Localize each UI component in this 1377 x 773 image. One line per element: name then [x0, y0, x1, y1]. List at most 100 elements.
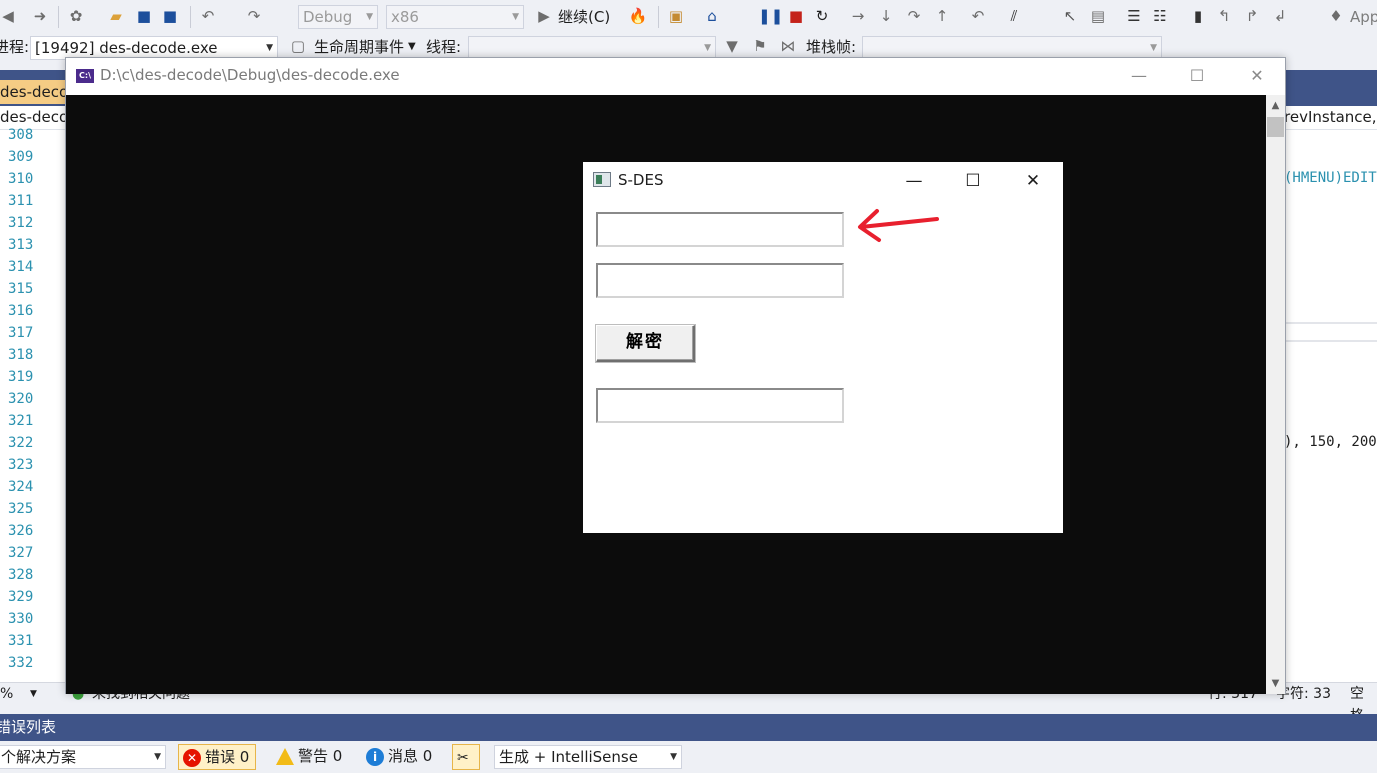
line-number: 311: [8, 193, 34, 209]
minimize-icon[interactable]: —: [1124, 64, 1154, 88]
step-into-icon[interactable]: ↓: [876, 6, 896, 26]
minimize-icon[interactable]: —: [894, 168, 934, 194]
continue-play-icon[interactable]: ▶: [534, 6, 554, 26]
close-icon[interactable]: ✕: [1242, 64, 1272, 88]
separator: [58, 6, 59, 28]
stop-icon[interactable]: ■: [786, 6, 806, 26]
thread-label: 线程:: [426, 38, 462, 56]
line-number: 313: [8, 237, 34, 253]
messages-filter-button[interactable]: i 消息 0: [366, 744, 432, 770]
save-all-icon[interactable]: ■: [160, 6, 180, 26]
lightbulb-icon[interactable]: ♦: [1326, 6, 1346, 26]
format-icon[interactable]: ▤: [1088, 6, 1108, 26]
member-nav-text[interactable]: revInstance, h: [1284, 108, 1377, 126]
zoom-dropdown-icon[interactable]: ▼: [30, 683, 37, 705]
line-number: 321: [8, 413, 34, 429]
maximize-icon[interactable]: ☐: [953, 168, 993, 194]
build-filter-toggle[interactable]: ✂: [452, 744, 480, 770]
open-folder-icon[interactable]: ▰: [106, 6, 126, 26]
step-out-icon[interactable]: ↑: [932, 6, 952, 26]
console-scrollbar[interactable]: ▲ ▼: [1266, 95, 1285, 694]
step-next-icon[interactable]: →: [848, 6, 868, 26]
next-bookmark-icon[interactable]: ↱: [1242, 6, 1262, 26]
back-icon[interactable]: ◀: [0, 6, 18, 26]
line-number: 332: [8, 655, 34, 671]
continue-button[interactable]: 继续(C): [558, 6, 610, 28]
configuration-combo[interactable]: Debug ▼: [298, 5, 378, 29]
thread-group-icon[interactable]: ⋈: [778, 36, 798, 56]
code-fragment-numbers: ), 150, 200: [1284, 434, 1377, 450]
line-number: 315: [8, 281, 34, 297]
console-title-bar[interactable]: C:\ D:\c\des-decode\Debug\des-decode.exe…: [66, 58, 1285, 95]
pause-icon[interactable]: ❚❚: [758, 6, 783, 26]
lifecycle-dropdown-icon[interactable]: ▼: [408, 36, 416, 58]
project-nav-combo[interactable]: des-deco: [0, 108, 68, 126]
line-number: 330: [8, 611, 34, 627]
restart-icon[interactable]: ↻: [812, 6, 832, 26]
error-list-header: 错误列表: [0, 714, 1377, 741]
scrollbar-thumb[interactable]: [1267, 117, 1284, 137]
undo-icon[interactable]: ↶: [198, 6, 218, 26]
process-label: 进程:: [0, 38, 30, 56]
line-number: 325: [8, 501, 34, 517]
lifecycle-events-button[interactable]: 生命周期事件: [314, 36, 404, 58]
app-label[interactable]: App: [1350, 6, 1377, 28]
forward-icon[interactable]: ➜: [30, 6, 50, 26]
close-icon[interactable]: ✕: [1013, 168, 1053, 194]
back-step-icon[interactable]: ↶: [968, 6, 988, 26]
line-number: 310: [8, 171, 34, 187]
comment-icon[interactable]: ☰: [1124, 6, 1144, 26]
key-input[interactable]: [596, 263, 844, 298]
line-number: 316: [8, 303, 34, 319]
line-number: 327: [8, 545, 34, 561]
maximize-icon[interactable]: ☐: [1182, 64, 1212, 88]
redo-icon[interactable]: ↷: [244, 6, 264, 26]
error-list-title: 错误列表: [0, 718, 57, 736]
ide-toolbar: ◀ ➜ ✿ ▰ ■ ■ ↶ ↷ Debug ▼ x86 ▼ ▶ 继续(C) 🔥 ▣ …: [0, 0, 1377, 34]
separator: [658, 6, 659, 28]
sdes-window[interactable]: S-DES — ☐ ✕ 解密: [583, 162, 1063, 533]
step-over-icon[interactable]: ↷: [904, 6, 924, 26]
editor-divider: [1286, 322, 1377, 324]
build-source-combo[interactable]: 生成 + IntelliSense ▼: [494, 745, 682, 769]
ciphertext-input[interactable]: [596, 212, 844, 247]
hot-reload-icon[interactable]: 🔥: [628, 6, 648, 26]
scope-combo[interactable]: 个解决方案 ▼: [0, 745, 166, 769]
line-number: 312: [8, 215, 34, 231]
document-tab[interactable]: des-decode: [0, 80, 66, 104]
error-list-toolbar: 个解决方案 ▼ ✕ 错误 0 警告 0 i 消息 0 ✂ 生成 + IntelliSe…: [0, 741, 1377, 773]
lifecycle-icon: ▢: [290, 37, 306, 55]
line-number: 322: [8, 435, 34, 451]
filter-flag-icon[interactable]: ⚑: [750, 36, 770, 56]
save-icon[interactable]: ■: [134, 6, 154, 26]
errors-filter-button[interactable]: ✕ 错误 0: [178, 744, 257, 770]
line-number: 314: [8, 259, 34, 275]
plaintext-output[interactable]: [596, 388, 844, 423]
line-number: 308: [8, 127, 34, 143]
filter-icon[interactable]: ▼: [722, 36, 742, 56]
new-project-icon[interactable]: ✿: [66, 6, 86, 26]
threads-icon[interactable]: ⫽: [1004, 6, 1024, 26]
zoom-level[interactable]: %: [0, 683, 13, 705]
annotation-arrow-icon: [858, 209, 939, 242]
line-number: 309: [8, 149, 34, 165]
error-icon: ✕: [183, 748, 201, 767]
decrypt-button[interactable]: 解密: [596, 325, 695, 362]
cursor-icon[interactable]: ↖: [1060, 6, 1080, 26]
warnings-filter-button[interactable]: 警告 0: [276, 744, 342, 770]
line-number: 323: [8, 457, 34, 473]
prev-bookmark-icon[interactable]: ↰: [1214, 6, 1234, 26]
scroll-down-icon[interactable]: ▼: [1266, 675, 1285, 693]
find-folder-icon[interactable]: ▣: [666, 6, 686, 26]
scroll-up-icon[interactable]: ▲: [1266, 97, 1285, 115]
editor-divider: [1286, 340, 1377, 342]
line-number: 326: [8, 523, 34, 539]
uncomment-icon[interactable]: ☷: [1150, 6, 1170, 26]
line-number: 319: [8, 369, 34, 385]
console-title: D:\c\des-decode\Debug\des-decode.exe: [100, 66, 400, 84]
home-icon[interactable]: ⌂: [702, 6, 722, 26]
platform-combo[interactable]: x86 ▼: [386, 5, 524, 29]
info-icon: i: [366, 747, 384, 766]
clear-bookmark-icon[interactable]: ↲: [1270, 6, 1290, 26]
bookmark-icon[interactable]: ▮: [1188, 6, 1208, 26]
